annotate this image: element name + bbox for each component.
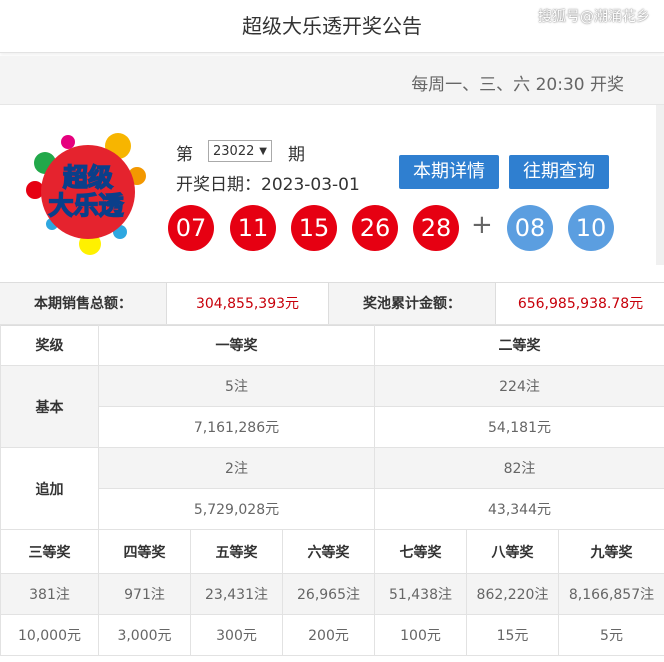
draw-date-label: 开奖日期：: [176, 175, 261, 195]
extra-second-count: 82注: [374, 447, 664, 489]
page-header: 超级大乐透开奖公告 搜狐号@潮涌花乡: [0, 0, 664, 53]
red-ball: 07: [168, 205, 214, 251]
history-button[interactable]: 往期查询: [509, 155, 609, 189]
prize-count: 8,166,857注: [558, 573, 664, 615]
extra-label: 追加: [0, 447, 99, 530]
prize-name: 七等奖: [374, 529, 467, 574]
basic-second-amount: 54,181元: [374, 406, 664, 448]
prize-name: 九等奖: [558, 529, 664, 574]
basic-first-count: 5注: [98, 365, 375, 407]
prize-name: 四等奖: [98, 529, 191, 574]
pool-value: 656,985,938.78元: [495, 283, 664, 325]
prize-amount: 300元: [190, 614, 283, 656]
extra-first-amount: 5,729,028元: [98, 488, 375, 530]
prize-count: 23,431注: [190, 573, 283, 615]
prize-count: 971注: [98, 573, 191, 615]
extra-second-amount: 43,344元: [374, 488, 664, 530]
prize-amount: 3,000元: [98, 614, 191, 656]
detail-button[interactable]: 本期详情: [399, 155, 499, 189]
draw-date-row: 开奖日期：2023-03-01: [176, 170, 360, 195]
basic-first-amount: 7,161,286元: [98, 406, 375, 448]
logo-text-line1: 超级: [63, 163, 113, 192]
prize-name: 八等奖: [466, 529, 559, 574]
scrollbar-track[interactable]: [656, 105, 664, 265]
prize-name: 五等奖: [190, 529, 283, 574]
level-header: 奖级: [0, 324, 99, 366]
prize-count: 381注: [0, 573, 99, 615]
prize-name: 三等奖: [0, 529, 99, 574]
red-ball: 11: [230, 205, 276, 251]
pool-label: 奖池累计金额：: [328, 283, 495, 325]
basic-label: 基本: [0, 365, 99, 448]
blue-ball: 10: [568, 205, 614, 251]
red-ball: 15: [291, 205, 337, 251]
sales-label: 本期销售总额：: [0, 283, 166, 325]
second-prize-header: 二等奖: [374, 324, 664, 366]
prize-name: 六等奖: [282, 529, 375, 574]
logo-text-line2: 大乐透: [48, 191, 124, 220]
schedule-bar: 每周一、三、六 20:30 开奖: [0, 56, 664, 105]
prize-count: 26,965注: [282, 573, 375, 615]
chevron-down-icon: ▼: [259, 146, 267, 157]
prize-amount: 10,000元: [0, 614, 99, 656]
red-ball: 26: [352, 205, 398, 251]
basic-second-count: 224注: [374, 365, 664, 407]
first-prize-header: 一等奖: [98, 324, 375, 366]
watermark-text: 搜狐号@潮涌花乡: [538, 9, 650, 25]
prize-amount: 15元: [466, 614, 559, 656]
prize-amount: 100元: [374, 614, 467, 656]
lottery-logo-icon: 超级 大乐透: [26, 133, 146, 255]
draw-date: 2023-03-01: [261, 175, 360, 195]
issue-select-value: 23022: [213, 144, 255, 159]
issue-prefix: 第: [176, 145, 193, 165]
issue-select[interactable]: 23022 ▼: [208, 140, 272, 162]
sales-summary: 本期销售总额： 304,855,393元 奖池累计金额： 656,985,938…: [0, 282, 664, 326]
prize-count: 862,220注: [466, 573, 559, 615]
prize-count: 51,438注: [374, 573, 467, 615]
prize-amount: 200元: [282, 614, 375, 656]
sales-value: 304,855,393元: [166, 283, 328, 325]
prize-table-top: 奖级 一等奖 二等奖 基本 5注 224注 7,161,286元 54,181元…: [0, 324, 664, 530]
draw-schedule: 每周一、三、六 20:30 开奖: [411, 75, 624, 95]
extra-first-count: 2注: [98, 447, 375, 489]
prize-table-lower: 三等奖 四等奖 五等奖 六等奖 七等奖 八等奖 九等奖 381注 971注 23…: [0, 529, 664, 656]
red-ball: 28: [413, 205, 459, 251]
plus-sign: +: [471, 210, 493, 240]
blue-ball: 08: [507, 205, 553, 251]
prize-amount: 5元: [558, 614, 664, 656]
issue-suffix: 期: [288, 145, 305, 165]
